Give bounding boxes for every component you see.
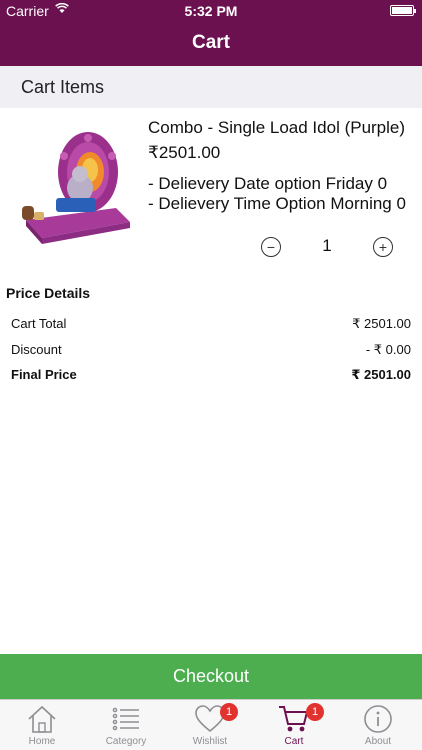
- product-price: ₹2501.00: [148, 143, 221, 162]
- tab-about-label: About: [364, 736, 392, 747]
- checkout-button[interactable]: Checkout: [0, 654, 422, 699]
- nav-header: Carrier 5:32 PM Cart: [0, 0, 422, 66]
- cart-icon: [279, 706, 309, 732]
- home-icon: [28, 705, 56, 733]
- tab-bar: Home Category 1 Wishlist 1 Cart About: [0, 699, 422, 750]
- battery-level: [392, 7, 412, 14]
- delivery-date-option: - Delievery Date option Friday 0: [148, 174, 388, 193]
- tab-cart[interactable]: 1 Cart: [252, 700, 336, 750]
- clock: 5:32 PM: [184, 3, 238, 19]
- tab-cart-label: Cart: [284, 736, 304, 747]
- discount-label: Discount: [11, 342, 62, 357]
- status-bar: Carrier 5:32 PM: [0, 0, 422, 22]
- plus-icon: +: [378, 239, 388, 255]
- tab-about[interactable]: About: [336, 700, 420, 750]
- minus-icon: −: [266, 239, 276, 255]
- final-price-label: Final Price: [11, 367, 77, 382]
- tab-wishlist[interactable]: 1 Wishlist: [168, 700, 252, 750]
- tab-home-label: Home: [28, 736, 56, 747]
- page-title: Cart: [191, 32, 230, 53]
- delivery-time-option: - Delievery Time Option Morning 0: [148, 194, 406, 213]
- price-details-title: Price Details: [6, 285, 91, 301]
- final-price-value: ₹ 2501.00: [351, 367, 411, 382]
- increment-button[interactable]: +: [373, 237, 393, 257]
- list-icon: [112, 707, 139, 731]
- product-name[interactable]: Combo - Single Load Idol (Purple): [148, 118, 405, 138]
- info-icon: [364, 705, 392, 733]
- cart-badge: 1: [306, 703, 324, 721]
- cart-items-section-header: Cart Items: [0, 66, 422, 108]
- decrement-button[interactable]: −: [261, 237, 281, 257]
- section-title: Cart Items: [21, 77, 105, 97]
- tab-wishlist-label: Wishlist: [192, 736, 228, 747]
- discount-value: - ₹ 0.00: [365, 342, 411, 357]
- tab-home[interactable]: Home: [0, 700, 84, 750]
- tab-category[interactable]: Category: [84, 700, 168, 750]
- quantity-value: 1: [322, 236, 332, 255]
- tab-category-label: Category: [105, 736, 147, 747]
- product-image[interactable]: [8, 116, 140, 246]
- wishlist-badge: 1: [220, 703, 238, 721]
- cart-total-label: Cart Total: [11, 316, 67, 331]
- battery-icon: [390, 5, 416, 16]
- cart-total-value: ₹ 2501.00: [352, 316, 411, 331]
